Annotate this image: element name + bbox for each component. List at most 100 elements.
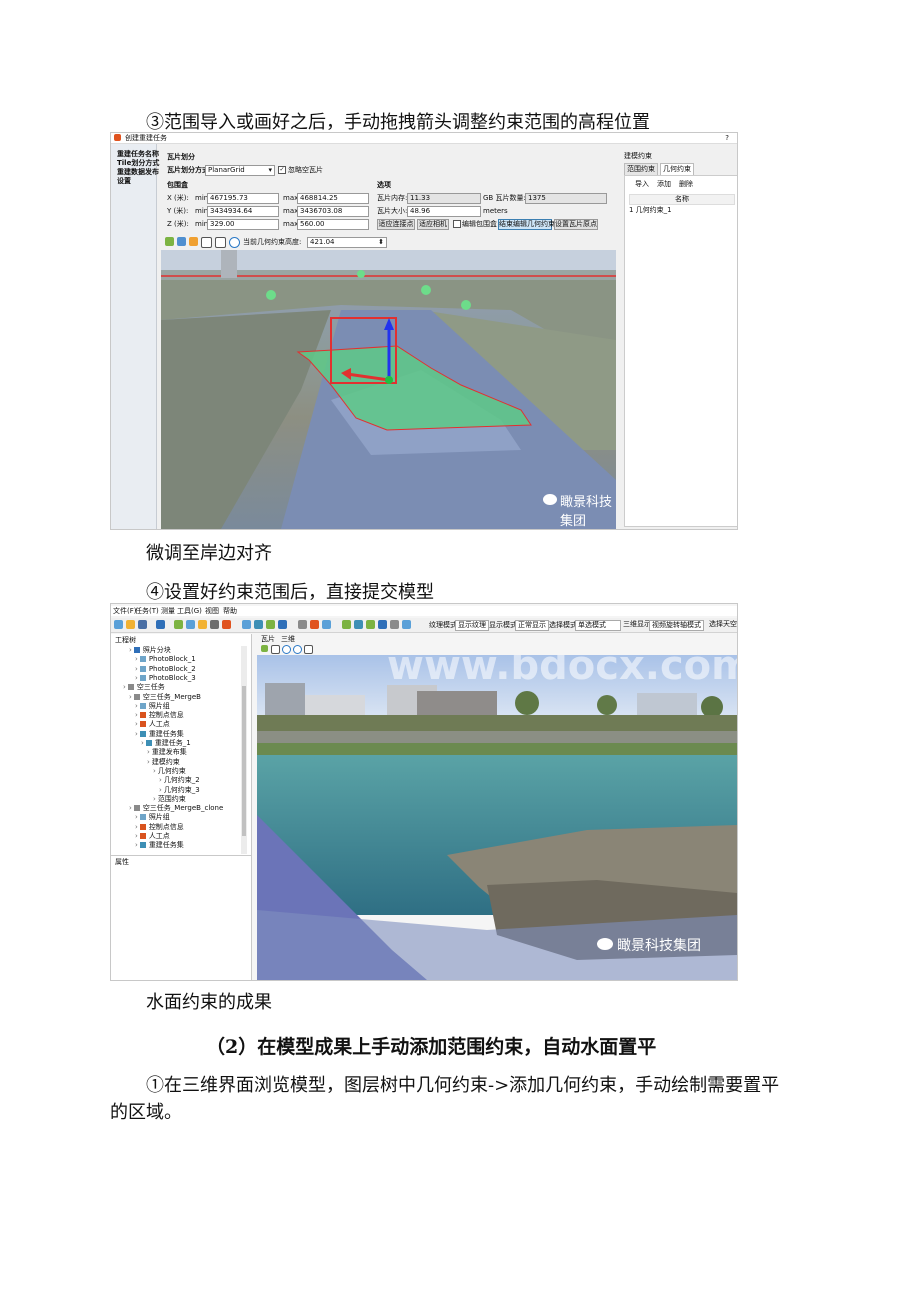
tree-item[interactable]: › PhotoBlock_1	[135, 655, 196, 664]
sidebar-item-task-name[interactable]: 重建任务名称	[117, 150, 159, 159]
tree-item[interactable]: › 重建发布集	[147, 748, 187, 757]
y-min-field[interactable]: 3434934.64	[207, 206, 279, 217]
cloud-icon[interactable]	[322, 620, 331, 629]
elevation-spinbox[interactable]: 421.04 ⬍	[307, 237, 387, 248]
measure-icon[interactable]	[174, 620, 183, 629]
sidebar-item-tile-mode[interactable]: Tile划分方式	[117, 159, 159, 168]
tree-item[interactable]: › 重建任务集	[135, 841, 184, 850]
expand-arrow-icon[interactable]: ›	[135, 702, 138, 710]
expand-arrow-icon[interactable]: ›	[135, 841, 138, 849]
texture-icon[interactable]	[366, 620, 375, 629]
expand-arrow-icon[interactable]: ›	[135, 665, 138, 673]
export-icon[interactable]	[278, 620, 287, 629]
gear-icon[interactable]	[242, 620, 251, 629]
rotation-mode-select[interactable]: 视频旋转轴模式	[649, 620, 704, 631]
add-button[interactable]: 添加	[657, 180, 671, 189]
z-max-field[interactable]: 560.00	[297, 219, 369, 230]
tree-item[interactable]: › 空三任务_MergeB	[129, 693, 201, 702]
circle-icon[interactable]	[229, 237, 240, 248]
tree-item[interactable]: › 几何约束_3	[159, 786, 200, 795]
new-icon[interactable]	[114, 620, 123, 629]
ruler-icon[interactable]	[186, 620, 195, 629]
expand-arrow-icon[interactable]: ›	[129, 646, 132, 654]
model-icon[interactable]	[354, 620, 363, 629]
expand-arrow-icon[interactable]: ›	[135, 720, 138, 728]
rectangle-icon[interactable]	[304, 645, 313, 654]
tree-item[interactable]: › 重建任务集	[135, 730, 184, 739]
grid-icon[interactable]	[156, 620, 165, 629]
import-button[interactable]: 导入	[635, 180, 649, 189]
expand-arrow-icon[interactable]: ›	[135, 813, 138, 821]
tree-item[interactable]: › 照片分块	[129, 646, 171, 655]
tree-item[interactable]: › 人工点	[135, 832, 170, 841]
tab-tiles[interactable]: 瓦片	[261, 635, 275, 644]
fit-camera-button[interactable]: 适应相机	[417, 219, 449, 230]
target-icon[interactable]	[310, 620, 319, 629]
rectangle-icon[interactable]	[215, 237, 226, 248]
x-min-field[interactable]: 467195.73	[207, 193, 279, 204]
tree-item[interactable]: › PhotoBlock_2	[135, 665, 196, 674]
ignore-empty-checkbox[interactable]: ✓	[278, 166, 286, 174]
expand-arrow-icon[interactable]: ›	[135, 674, 138, 682]
expand-arrow-icon[interactable]: ›	[135, 832, 138, 840]
sidebar-item-settings[interactable]: 设置	[117, 177, 131, 186]
expand-arrow-icon[interactable]: ›	[135, 655, 138, 663]
frame-icon[interactable]	[271, 645, 280, 654]
circle-icon[interactable]	[282, 645, 291, 654]
viewport-3d[interactable]: 瞰景科技集团	[161, 250, 616, 529]
display-mode-select[interactable]: 正常显示	[515, 620, 549, 631]
edit-bbox-checkbox[interactable]	[453, 220, 461, 228]
pointer-icon[interactable]	[402, 620, 411, 629]
expand-arrow-icon[interactable]: ›	[153, 767, 156, 775]
expand-arrow-icon[interactable]: ›	[147, 758, 150, 766]
cube-icon[interactable]	[210, 620, 219, 629]
pen-icon[interactable]	[390, 620, 399, 629]
link-icon[interactable]	[342, 620, 351, 629]
move-icon[interactable]	[177, 237, 186, 246]
layers-icon[interactable]	[254, 620, 263, 629]
circle-icon[interactable]	[293, 645, 302, 654]
menu-tools[interactable]: 工具(G)	[177, 607, 202, 616]
tree-item[interactable]: › 照片组	[135, 702, 170, 711]
image-icon[interactable]	[266, 620, 275, 629]
paint-icon[interactable]	[222, 620, 231, 629]
expand-arrow-icon[interactable]: ›	[129, 693, 132, 701]
tree-item[interactable]: › 重建任务_1	[141, 739, 191, 748]
y-max-field[interactable]: 3436703.08	[297, 206, 369, 217]
menu-help[interactable]: 帮助	[223, 607, 237, 616]
menu-view[interactable]: 视图	[205, 607, 219, 616]
texture-mode-select[interactable]: 显示纹理	[455, 620, 489, 631]
expand-arrow-icon[interactable]: ›	[147, 748, 150, 756]
select-mode-select[interactable]: 单选模式	[575, 620, 621, 631]
finish-geo-constraint-button[interactable]: 结束编辑几何约束	[498, 219, 555, 230]
tree-item[interactable]: › 范围约束	[153, 795, 186, 804]
delete-button[interactable]: 删除	[679, 180, 693, 189]
sidebar-item-publish[interactable]: 重建数据发布	[117, 168, 159, 177]
globe-icon[interactable]	[165, 237, 174, 246]
menu-file[interactable]: 文件(F)	[113, 607, 137, 616]
expand-arrow-icon[interactable]: ›	[123, 683, 126, 691]
tree-item[interactable]: › 几何约束_2	[159, 776, 200, 785]
tree-item[interactable]: › 空三任务	[123, 683, 165, 692]
frame-icon[interactable]	[201, 237, 212, 248]
expand-arrow-icon[interactable]: ›	[129, 804, 132, 812]
tree-item[interactable]: › 空三任务_MergeB_clone	[129, 804, 223, 813]
set-tile-origin-button[interactable]: 设置瓦片原点	[554, 219, 598, 230]
model-viewport[interactable]: www.bdocx.com 瞰景科技集团	[257, 655, 737, 980]
expand-arrow-icon[interactable]: ›	[159, 776, 162, 784]
tree-item[interactable]: › 控制点信息	[135, 823, 184, 832]
expand-arrow-icon[interactable]: ›	[159, 786, 162, 794]
list-item[interactable]: 1 几何约束_1	[629, 206, 672, 215]
open-folder-icon[interactable]	[126, 620, 135, 629]
skybox-select[interactable]: 选择天空盒	[709, 620, 737, 629]
tree-item[interactable]: › 人工点	[135, 720, 170, 729]
chart-icon[interactable]	[198, 620, 207, 629]
filter-icon[interactable]	[189, 237, 198, 246]
tree-scrollbar-thumb[interactable]	[242, 686, 246, 836]
camera-icon[interactable]	[298, 620, 307, 629]
tree-item[interactable]: › 控制点信息	[135, 711, 184, 720]
tree-item[interactable]: › 建模约束	[147, 758, 180, 767]
tab-3d[interactable]: 三维	[281, 635, 295, 644]
x-max-field[interactable]: 468814.25	[297, 193, 369, 204]
globe-icon[interactable]	[261, 645, 268, 652]
